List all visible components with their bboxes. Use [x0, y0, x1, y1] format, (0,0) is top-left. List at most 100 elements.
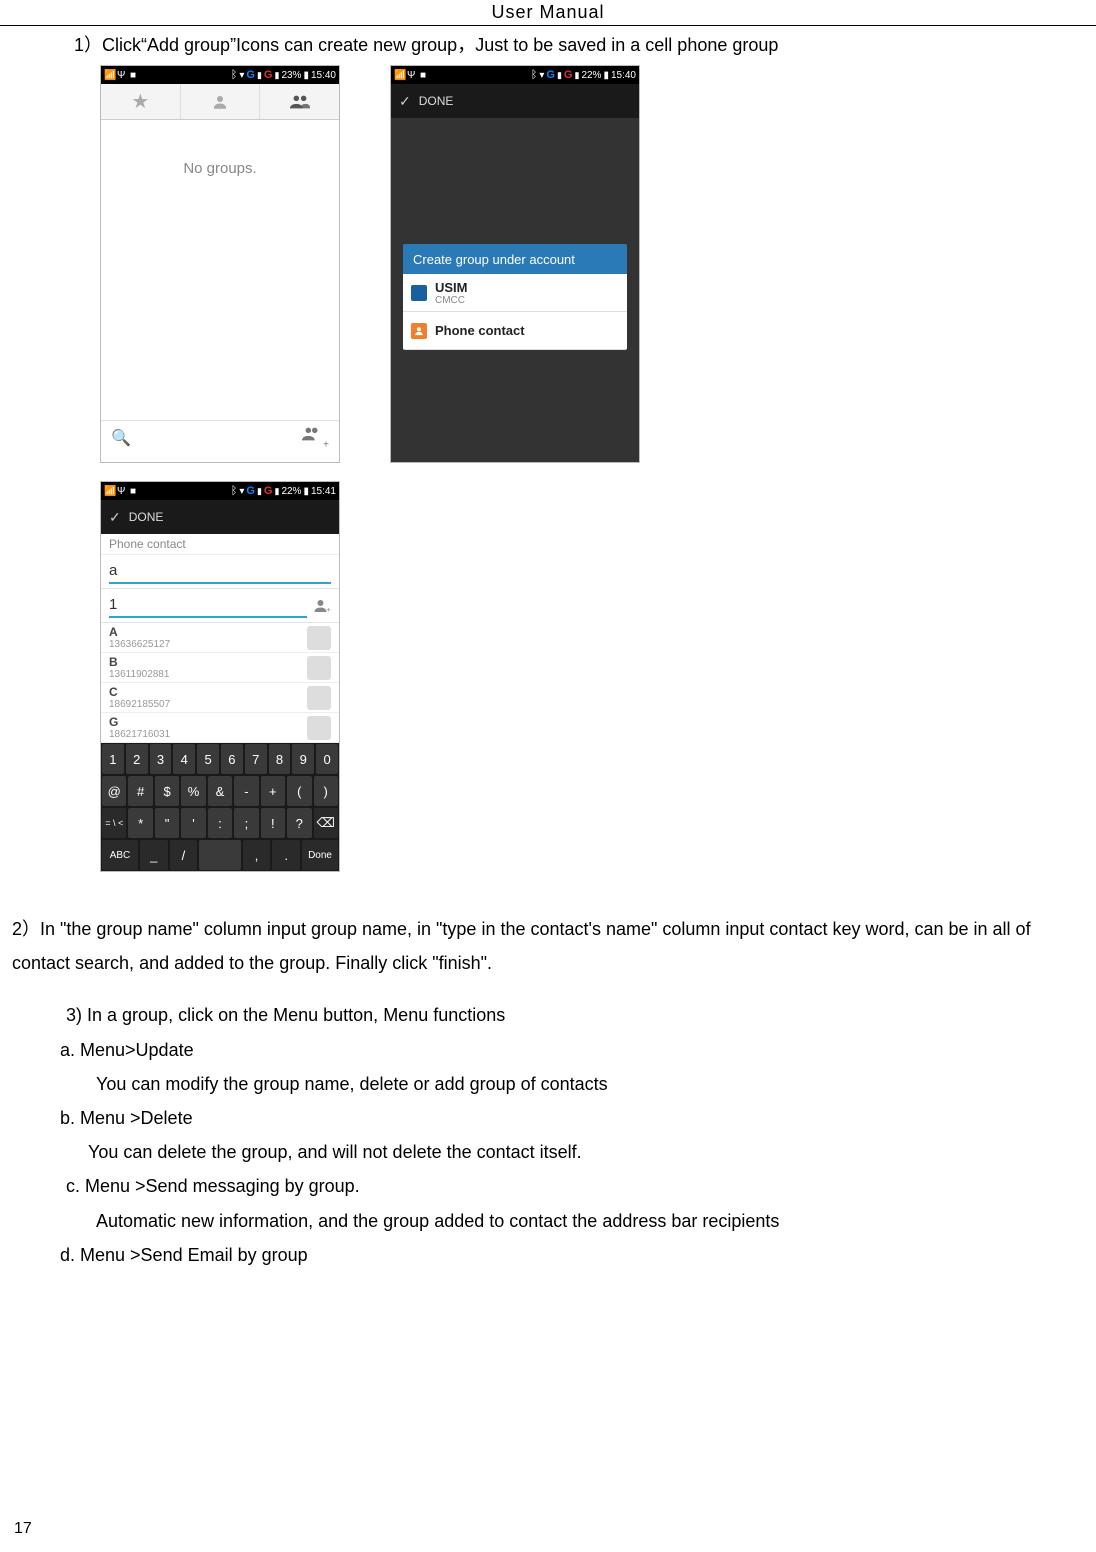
group-name-input-row	[101, 555, 339, 589]
search-icon[interactable]: 🔍	[111, 428, 131, 448]
contact-search-input[interactable]	[109, 593, 307, 618]
key[interactable]: #	[128, 776, 152, 806]
dialog-option-phone-contact[interactable]: Phone contact	[403, 312, 627, 350]
key-abc[interactable]: ABC	[102, 840, 138, 870]
key[interactable]: (	[287, 776, 311, 806]
group-name-input[interactable]	[109, 559, 331, 584]
key[interactable]: @	[102, 776, 126, 806]
signal-bars-2-icon: ▮	[274, 70, 279, 81]
contact-search-input-row: +	[101, 589, 339, 623]
key[interactable]: 8	[269, 744, 291, 774]
signal-bars-icon: ▮	[257, 70, 262, 81]
contact-letter: C	[109, 685, 170, 699]
key[interactable]: %	[181, 776, 205, 806]
usim-title: USIM	[435, 280, 468, 295]
contact-row[interactable]: A13636625127	[101, 623, 339, 653]
key[interactable]: 7	[245, 744, 267, 774]
header-rule	[0, 25, 1096, 26]
key-delete[interactable]: ⌫	[314, 808, 338, 838]
network-g-icon: G	[246, 485, 255, 497]
key-space[interactable]	[199, 840, 240, 870]
key[interactable]: _	[140, 840, 168, 870]
contact-letter: A	[109, 625, 170, 639]
step-b: b. Menu >Delete	[0, 1101, 1096, 1135]
signal-bars-icon: ▮	[557, 70, 562, 81]
done-bar[interactable]: ✓ DONE	[101, 500, 339, 534]
key[interactable]: 4	[173, 744, 195, 774]
add-contact-icon[interactable]: +	[313, 598, 331, 614]
key[interactable]: -	[234, 776, 258, 806]
signal-bars-icon: ▮	[257, 486, 262, 497]
signal-icon: 📶	[104, 70, 114, 80]
network-g-icon: G	[546, 69, 555, 81]
signal-icon: 📶	[394, 70, 404, 80]
tab-favorites[interactable]: ★	[101, 84, 181, 119]
page: User Manual 1）Click“Add group”Icons can …	[0, 0, 1096, 1552]
contact-number: 18621716031	[109, 729, 170, 740]
bottom-toolbar: 🔍 +	[101, 420, 339, 454]
step-d: d. Menu >Send Email by group	[0, 1238, 1096, 1272]
key[interactable]: '	[181, 808, 205, 838]
svg-text:+: +	[327, 605, 332, 614]
battery-icon: ▮	[303, 486, 309, 497]
battery-percent: 22%	[281, 486, 301, 497]
group-icon	[289, 93, 311, 111]
key[interactable]: 9	[292, 744, 314, 774]
done-bar[interactable]: ✓ DONE	[391, 84, 639, 118]
key[interactable]: 5	[197, 744, 219, 774]
step-b-desc: You can delete the group, and will not d…	[0, 1135, 1096, 1169]
page-number: 17	[14, 1520, 32, 1538]
dialog-option-usim[interactable]: USIM CMCC	[403, 274, 627, 312]
done-label: DONE	[419, 94, 454, 108]
phone-screenshot-1: 📶 Ψ ■ ᛒ ▾ G ▮ G ▮ 23% ▮ 15:40 ★	[100, 65, 340, 463]
key[interactable]: *	[128, 808, 152, 838]
key[interactable]: 0	[316, 744, 338, 774]
key-symbols[interactable]: = \ <	[102, 808, 126, 838]
key[interactable]: ,	[243, 840, 271, 870]
wifi-icon: ▾	[239, 70, 244, 81]
network-g2-icon: G	[264, 69, 273, 81]
key-done[interactable]: Done	[302, 840, 338, 870]
check-icon: ✓	[399, 93, 411, 110]
key[interactable]: 1	[102, 744, 124, 774]
contact-number: 13611902881	[109, 669, 169, 680]
key[interactable]: .	[272, 840, 300, 870]
star-icon: ★	[131, 89, 149, 114]
dialog-title: Create group under account	[403, 244, 627, 274]
key[interactable]: /	[170, 840, 198, 870]
check-icon: ✓	[109, 509, 121, 526]
keyboard: 1 2 3 4 5 6 7 8 9 0 @ # $ % & - + ( )	[101, 743, 339, 871]
tab-contacts[interactable]	[181, 84, 261, 119]
psi-icon: Ψ	[117, 70, 127, 80]
key[interactable]: $	[155, 776, 179, 806]
signal-bars-2-icon: ▮	[574, 70, 579, 81]
usim-sub: CMCC	[435, 295, 468, 306]
add-group-icon[interactable]: +	[301, 425, 329, 451]
contact-row[interactable]: B13611902881	[101, 653, 339, 683]
battery-percent: 23%	[281, 70, 301, 81]
tab-groups[interactable]	[260, 84, 339, 119]
contacts-tabs: ★	[101, 84, 339, 120]
key[interactable]: ?	[287, 808, 311, 838]
key[interactable]: &	[208, 776, 232, 806]
contact-row[interactable]: C18692185507	[101, 683, 339, 713]
key[interactable]: 2	[126, 744, 148, 774]
key[interactable]: !	[261, 808, 285, 838]
done-label: DONE	[129, 510, 164, 524]
status-bar: 📶 Ψ ■ ᛒ ▾ G ▮ G ▮ 23% ▮ 15:40	[101, 66, 339, 84]
key[interactable]: )	[314, 776, 338, 806]
key[interactable]: +	[261, 776, 285, 806]
key[interactable]: ;	[234, 808, 258, 838]
square-icon: ■	[130, 70, 140, 80]
avatar-icon	[307, 626, 331, 650]
key[interactable]: 3	[150, 744, 172, 774]
step-a: a. Menu>Update	[0, 1033, 1096, 1067]
contact-row[interactable]: G18621716031	[101, 713, 339, 743]
key[interactable]: 6	[221, 744, 243, 774]
clock: 15:41	[311, 486, 336, 497]
square-icon: ■	[130, 486, 140, 496]
key[interactable]: :	[208, 808, 232, 838]
status-bar: 📶 Ψ ■ ᛒ ▾ G ▮ G ▮ 22% ▮ 15:41	[101, 482, 339, 500]
groups-empty-body: No groups.	[101, 120, 339, 420]
key[interactable]: "	[155, 808, 179, 838]
